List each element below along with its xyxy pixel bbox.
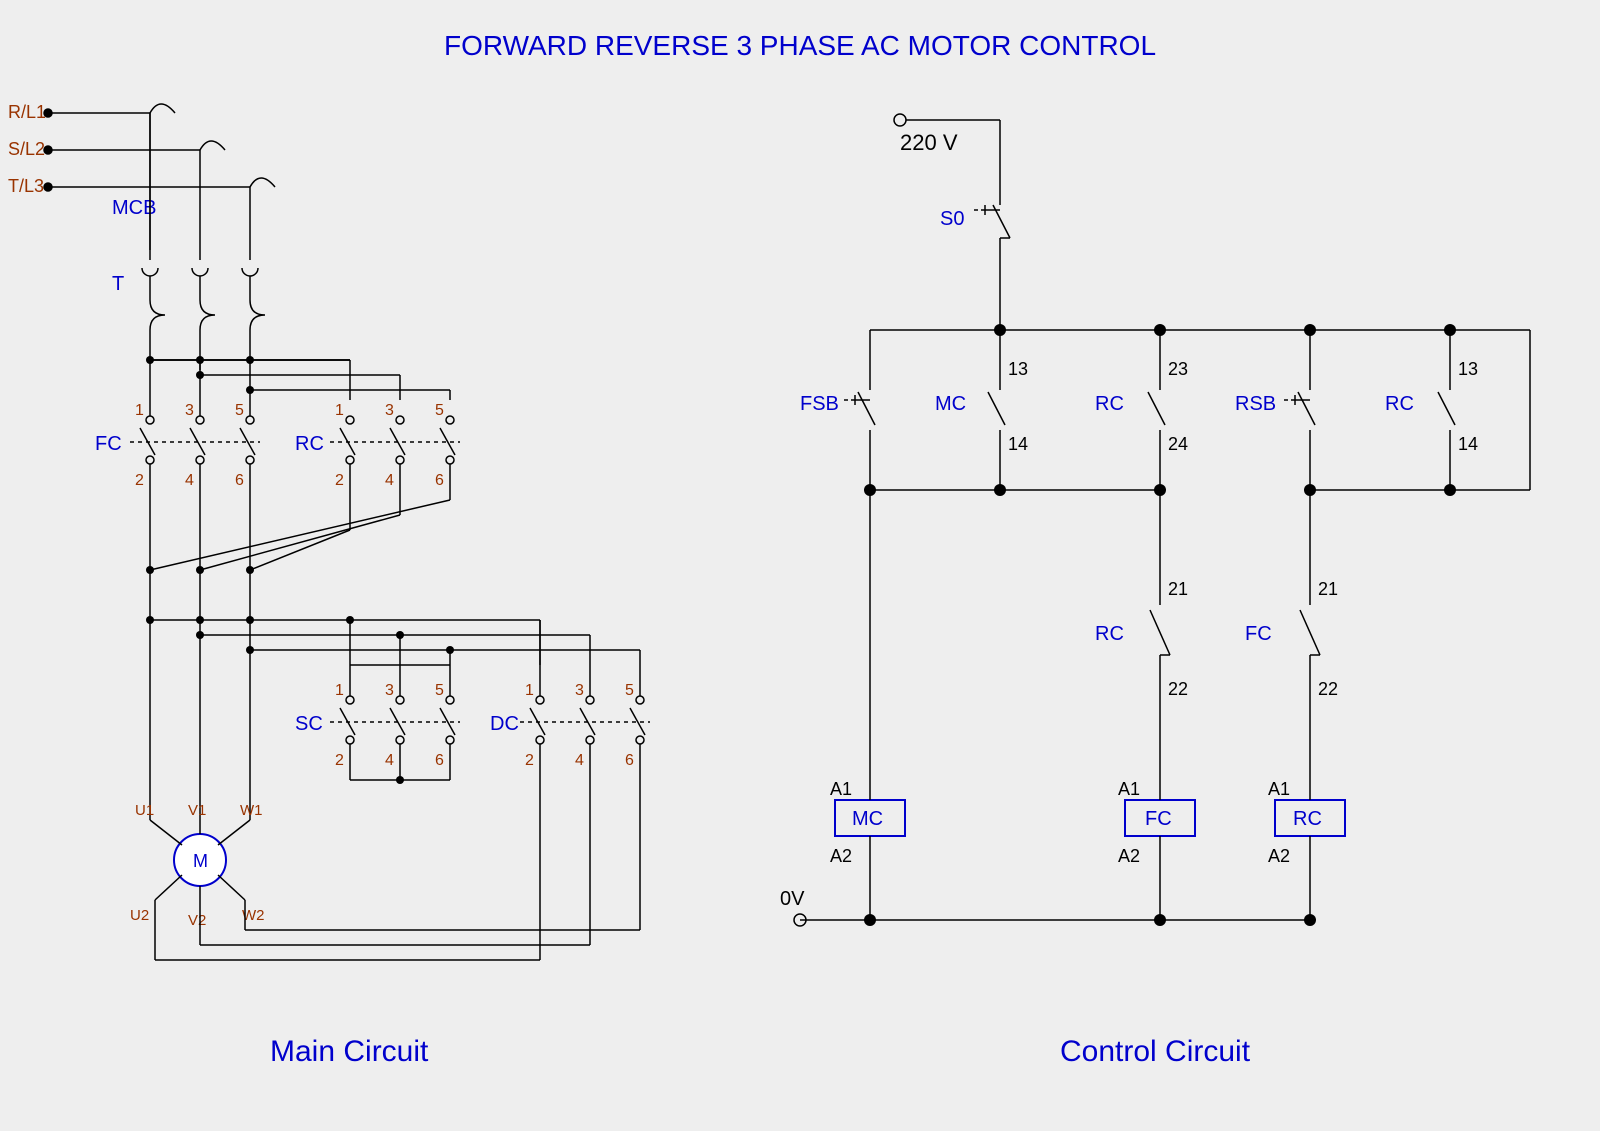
t-block <box>142 255 265 330</box>
svg-text:3: 3 <box>385 682 394 699</box>
svg-text:21: 21 <box>1318 579 1338 599</box>
svg-text:4: 4 <box>385 752 394 769</box>
svg-text:13: 13 <box>1458 359 1478 379</box>
svg-text:FC: FC <box>1245 623 1272 645</box>
fc-coil: A1 FC A2 <box>1118 770 1195 920</box>
label-s0: S0 <box>940 208 964 230</box>
fc-contactor: FC 1 3 5 2 4 6 <box>95 400 260 500</box>
svg-text:1: 1 <box>525 682 534 699</box>
mc-aux-no: MC 13 14 <box>935 359 1028 490</box>
svg-text:14: 14 <box>1458 434 1478 454</box>
svg-text:4: 4 <box>575 752 584 769</box>
svg-text:5: 5 <box>625 682 634 699</box>
svg-text:U1: U1 <box>135 802 154 819</box>
label-dc: DC <box>490 713 519 735</box>
svg-text:V2: V2 <box>188 912 206 929</box>
main-circuit: R/L1 S/L2 T/L3 MCB T FC 1 3 5 2 4 6 <box>8 100 650 960</box>
control-circuit: 220 V S0 FSB MC 13 14 RC 23 24 RSB RC 13… <box>780 114 1536 926</box>
svg-text:A2: A2 <box>1268 846 1290 866</box>
svg-text:22: 22 <box>1318 679 1338 699</box>
svg-text:5: 5 <box>235 402 244 419</box>
svg-text:3: 3 <box>575 682 584 699</box>
svg-text:6: 6 <box>435 472 444 489</box>
label-sc: SC <box>295 713 323 735</box>
mc-coil: A1 MC A2 <box>830 770 905 920</box>
fc-nc-interlock: FC 21 22 <box>1245 579 1338 770</box>
svg-text:1: 1 <box>335 402 344 419</box>
svg-text:RC: RC <box>1095 623 1124 645</box>
rc-aux-no-23: RC 23 24 <box>1095 359 1188 490</box>
svg-text:A2: A2 <box>1118 846 1140 866</box>
rc-coil: A1 RC A2 <box>1268 770 1345 920</box>
svg-text:A1: A1 <box>830 779 852 799</box>
svg-text:MC: MC <box>852 808 883 830</box>
svg-text:V1: V1 <box>188 802 206 819</box>
label-l1: R/L1 <box>8 102 46 122</box>
label-fsb: FSB <box>800 393 839 415</box>
control-circuit-caption: Control Circuit <box>1060 1035 1250 1069</box>
svg-text:4: 4 <box>185 472 194 489</box>
svg-text:FC: FC <box>1145 808 1172 830</box>
svg-text:2: 2 <box>525 752 534 769</box>
svg-text:2: 2 <box>135 472 144 489</box>
dc-contactor: DC 1 3 5 2 4 6 <box>490 680 650 769</box>
svg-text:3: 3 <box>385 402 394 419</box>
main-circuit-caption: Main Circuit <box>270 1035 428 1069</box>
rc-contactor: RC 1 3 5 2 4 6 <box>295 402 460 500</box>
svg-text:1: 1 <box>335 682 344 699</box>
label-l3: T/L3 <box>8 176 44 196</box>
svg-text:A1: A1 <box>1118 779 1140 799</box>
svg-text:24: 24 <box>1168 434 1188 454</box>
svg-text:21: 21 <box>1168 579 1188 599</box>
svg-text:1: 1 <box>135 402 144 419</box>
label-rsb: RSB <box>1235 393 1276 415</box>
label-rc: RC <box>295 433 324 455</box>
label-l2: S/L2 <box>8 139 45 159</box>
schematic-svg: R/L1 S/L2 T/L3 MCB T FC 1 3 5 2 4 6 <box>0 0 1600 1131</box>
label-fc: FC <box>95 433 122 455</box>
svg-text:14: 14 <box>1008 434 1028 454</box>
label-220v: 220 V <box>900 130 958 155</box>
svg-text:2: 2 <box>335 472 344 489</box>
svg-text:13: 13 <box>1008 359 1028 379</box>
svg-text:5: 5 <box>435 682 444 699</box>
label-0v: 0V <box>780 888 805 910</box>
fsb-button: FSB <box>800 370 875 490</box>
svg-text:6: 6 <box>435 752 444 769</box>
label-motor: M <box>193 851 208 871</box>
svg-text:RC: RC <box>1385 393 1414 415</box>
svg-text:RC: RC <box>1293 808 1322 830</box>
svg-text:6: 6 <box>625 752 634 769</box>
svg-text:A2: A2 <box>830 846 852 866</box>
rsb-button: RSB <box>1235 370 1315 490</box>
svg-text:22: 22 <box>1168 679 1188 699</box>
svg-text:5: 5 <box>435 402 444 419</box>
s0-button: S0 <box>940 195 1010 330</box>
svg-text:U2: U2 <box>130 907 149 924</box>
svg-text:3: 3 <box>185 402 194 419</box>
label-t: T <box>112 273 124 295</box>
svg-text:RC: RC <box>1095 393 1124 415</box>
svg-text:2: 2 <box>335 752 344 769</box>
svg-text:W1: W1 <box>240 802 263 819</box>
rc-nc-interlock: RC 21 22 <box>1095 579 1188 770</box>
svg-text:MC: MC <box>935 393 966 415</box>
diagram-canvas: FORWARD REVERSE 3 PHASE AC MOTOR CONTROL… <box>0 0 1600 1131</box>
svg-text:23: 23 <box>1168 359 1188 379</box>
rc-aux-no-13: RC 13 14 <box>1385 359 1478 490</box>
sc-contactor: SC 1 3 5 2 4 6 <box>295 680 460 769</box>
svg-text:4: 4 <box>385 472 394 489</box>
svg-text:A1: A1 <box>1268 779 1290 799</box>
svg-text:6: 6 <box>235 472 244 489</box>
